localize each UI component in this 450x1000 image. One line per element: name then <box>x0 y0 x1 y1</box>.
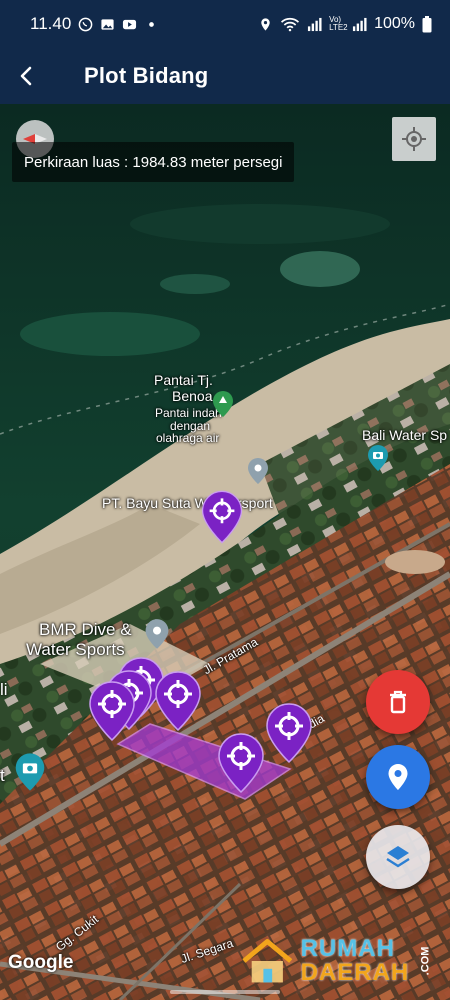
app-bar: Plot Bidang <box>0 48 450 104</box>
watermark-suffix: .COM <box>419 946 432 976</box>
map-label-pantai-desc-3: olahraga air <box>156 431 220 445</box>
wifi-icon <box>281 17 300 31</box>
map-label-left-li: li <box>0 680 8 699</box>
location-status-icon <box>261 17 270 31</box>
vertex-marker[interactable] <box>152 670 204 732</box>
gray-pin-icon[interactable] <box>247 457 269 485</box>
whatsapp-icon <box>78 17 93 31</box>
watermark: RUMAH DAERAH .COM <box>240 930 440 992</box>
watermark-line-1: RUMAH <box>300 935 395 962</box>
status-left: 11.40 <box>30 14 159 34</box>
watermark-line-2: DAERAH <box>300 959 410 986</box>
map-label-bmr-2: Water Sports <box>26 640 125 659</box>
park-pin-icon[interactable] <box>212 390 234 418</box>
gesture-bar <box>170 990 280 994</box>
location-pin-icon <box>388 764 408 790</box>
dot-icon <box>149 21 155 27</box>
layers-button[interactable] <box>366 825 430 889</box>
gray-pin-bmr-icon[interactable] <box>144 618 170 650</box>
area-estimate-label: Perkiraan luas : 1984.83 meter persegi <box>12 142 295 182</box>
vertex-marker[interactable] <box>199 489 245 545</box>
vertex-marker[interactable] <box>215 732 267 794</box>
my-location-button[interactable] <box>392 117 436 161</box>
battery-icon <box>422 15 432 32</box>
vertex-marker[interactable] <box>86 680 138 742</box>
vertex-marker[interactable] <box>263 702 315 764</box>
crosshair-icon <box>402 127 426 151</box>
delete-button[interactable] <box>366 670 430 734</box>
gallery-icon <box>101 18 114 30</box>
map-label-bmr-1: BMR Dive & <box>39 620 132 639</box>
map-label-left-t: t <box>0 766 5 785</box>
network-label: Vo) LTE2 <box>329 15 348 32</box>
status-time: 11.40 <box>30 14 72 33</box>
google-attribution: Google <box>8 952 74 973</box>
youtube-icon <box>123 19 137 29</box>
page-title: Plot Bidang <box>84 63 209 88</box>
house-logo-icon <box>242 939 293 983</box>
camera-pin-icon[interactable] <box>367 444 389 472</box>
add-point-button[interactable] <box>366 745 430 809</box>
back-button[interactable] <box>2 48 52 104</box>
map-label-bali-water: Bali Water Sp <box>362 427 448 443</box>
signal-icon-1 <box>308 17 322 31</box>
status-bar: 11.40 Vo) LTE2 100% <box>0 0 450 48</box>
status-right: Vo) LTE2 100% <box>258 15 432 33</box>
battery-percent: 100% <box>374 15 415 32</box>
signal-icon-2 <box>353 17 367 31</box>
map-label-pantai-2: Benoa <box>172 388 213 404</box>
trash-icon <box>390 690 406 714</box>
camera-pin-left-icon[interactable] <box>14 752 46 792</box>
map-label-pantai: Pantai Tj. <box>154 372 213 388</box>
back-arrow-icon <box>20 66 32 86</box>
layers-icon <box>386 846 410 868</box>
